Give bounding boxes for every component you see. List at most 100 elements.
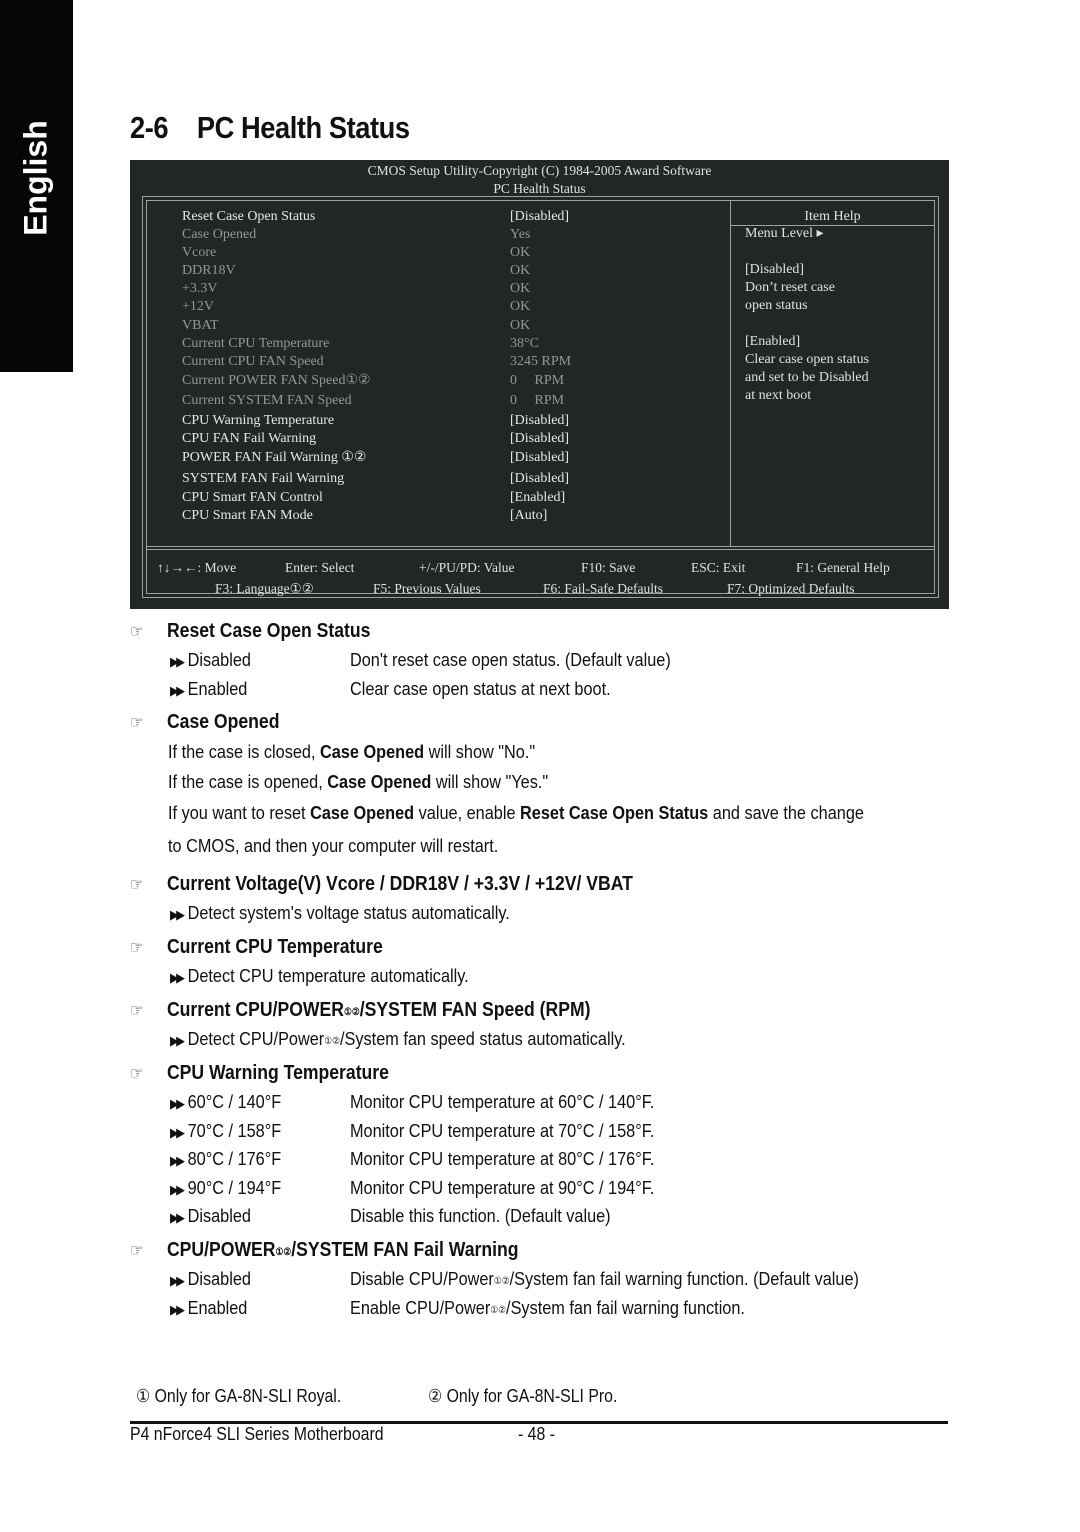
footnote-marker: ①② <box>493 1276 510 1287</box>
option-row: ▶▶ Disabled Don't reset case open status. … <box>130 646 960 675</box>
setting-value[interactable]: [Disabled] <box>510 448 569 468</box>
product-name: P4 nForce4 SLI Series Motherboard <box>130 1424 384 1444</box>
bios-setting-row: DDR18V OK <box>182 262 722 280</box>
setting-value: 0 RPM <box>510 393 565 409</box>
bios-setting-row[interactable]: SYSTEM FAN Fail Warning [Disabled] <box>182 469 722 490</box>
setting-label: Current CPU Temperature <box>182 335 330 351</box>
double-arrow-icon: ▶▶ <box>170 1273 185 1288</box>
setting-value[interactable]: [Enabled] <box>510 489 565 507</box>
footnote-marker: ①② <box>275 1247 292 1258</box>
heading-text: Current CPU/POWER <box>166 999 344 1021</box>
hand-pointer-icon: ☞ <box>130 1241 144 1260</box>
setting-value: 3245 RPM <box>510 353 572 369</box>
heading-text: Current CPU Temperature <box>166 936 383 958</box>
option-desc: Detect CPU temperature automatically. <box>187 965 469 986</box>
help-line: open status <box>745 298 808 313</box>
option-desc: Disable CPU/Power①②/System fan fail warn… <box>350 1265 859 1297</box>
option-key: 60°C / 140°F <box>187 1091 282 1112</box>
option-desc: Detect system's voltage status automatic… <box>187 902 510 923</box>
option-key: 80°C / 176°F <box>187 1148 282 1169</box>
hand-pointer-icon: ☞ <box>130 1064 144 1083</box>
setting-label: Current SYSTEM FAN Speed <box>182 393 352 409</box>
setting-label: DDR18V <box>182 263 236 279</box>
setting-label: CPU Smart FAN Control <box>182 490 323 506</box>
key-select: Enter: Select <box>285 560 355 575</box>
bios-setting-row[interactable]: CPU FAN Fail Warning [Disabled] <box>182 430 722 448</box>
setting-label: Case Opened <box>182 227 257 243</box>
footnote-marker: ①② <box>490 1304 507 1316</box>
key-optimized: F7: Optimized Defaults <box>727 581 855 596</box>
setting-value: Yes <box>510 227 531 243</box>
setting-value[interactable]: [Disabled] <box>510 430 569 448</box>
bios-setting-row[interactable]: CPU Warning Temperature [Disabled] <box>182 412 722 430</box>
setting-value[interactable]: [Disabled] <box>510 412 569 430</box>
text: /System fan fail warning function. <box>506 1296 745 1318</box>
setting-value[interactable]: [Auto] <box>510 507 547 525</box>
bios-setting-row[interactable]: POWER FAN Fail Warning ①② [Disabled] <box>182 448 722 469</box>
key-language: F3: Language①② <box>215 581 314 596</box>
paragraph: to CMOS, and then your computer will res… <box>130 829 960 863</box>
double-arrow-icon: ▶▶ <box>170 1153 185 1168</box>
bios-copyright: CMOS Setup Utility-Copyright (C) 1984-20… <box>367 163 712 178</box>
section-heading: ☞ CPU/POWER①②/SYSTEM FAN Fail Warning <box>130 1235 860 1265</box>
bios-column-divider <box>730 201 731 546</box>
heading-text: CPU/POWER <box>166 1239 276 1261</box>
bios-inner-frame: Reset Case Open Status [Disabled] Case Ope… <box>146 200 935 596</box>
section-current-voltage: ☞ Current Voltage(V) Vcore / DDR18V / +3.… <box>130 869 960 928</box>
setting-value[interactable]: [Disabled] <box>510 208 569 226</box>
paragraph: If you want to reset Case Opened value, … <box>130 797 960 829</box>
bios-setting-row[interactable]: Reset Case Open Status [Disabled] <box>182 208 722 226</box>
double-arrow-icon: ▶▶ <box>170 970 185 985</box>
bios-setting-row: Current SYSTEM FAN Speed 0 RPM <box>182 391 722 412</box>
option-row: ▶▶ Detect CPU/Power①②/System fan speed st… <box>130 1025 960 1054</box>
setting-value: OK <box>510 263 531 279</box>
bios-setting-row: Current CPU FAN Speed 3245 RPM <box>182 353 722 371</box>
paragraph: If the case is closed, Case Opened will … <box>130 737 960 767</box>
option-key: Disabled <box>187 1205 251 1226</box>
setting-value: OK <box>510 281 531 297</box>
setting-label: Current POWER FAN Speed①② <box>182 372 371 388</box>
help-line: [Disabled] <box>745 262 805 277</box>
setting-label: POWER FAN Fail Warning ①② <box>182 450 367 466</box>
footnote-marker: ①② <box>324 1036 341 1047</box>
option-desc: /System fan speed status automatically. <box>340 1028 626 1049</box>
heading-text: Case Opened <box>166 711 280 733</box>
bios-key-legend: ↑↓→←: Move Enter: Select +/-/PU/PD: Valu… <box>147 557 934 599</box>
section-current-fan-speed: ☞ Current CPU/POWER ①②/SYSTEM FAN Speed (R… <box>130 995 960 1054</box>
text: to CMOS, and then your computer will res… <box>168 835 499 856</box>
setting-value: OK <box>510 317 531 333</box>
help-line: [Enabled] <box>745 334 801 349</box>
setting-value[interactable]: [Disabled] <box>510 469 569 489</box>
bios-setting-row[interactable]: CPU Smart FAN Mode [Auto] <box>182 507 722 525</box>
bold-text: Reset Case Open Status <box>520 802 709 823</box>
option-row: ▶▶ 70°C / 158°F Monitor CPU temperature at… <box>130 1117 960 1146</box>
text: Disable CPU/Power <box>350 1268 494 1289</box>
key-save: F10: Save <box>581 560 636 575</box>
text: Enable CPU/Power <box>350 1296 491 1318</box>
text: If the case is opened, <box>168 771 328 792</box>
section-heading: ☞ CPU Warning Temperature <box>130 1058 860 1088</box>
setting-label: VBAT <box>182 317 219 333</box>
key-legend-line-2: F3: Language①② F5: Previous Values F6: F… <box>147 578 934 599</box>
option-row: ▶▶ Detect system's voltage status automat… <box>130 899 960 928</box>
setting-label: CPU FAN Fail Warning <box>182 430 317 446</box>
bios-setting-row: +3.3V OK <box>182 280 722 298</box>
setting-value: 38°C <box>510 335 539 351</box>
hand-pointer-icon: ☞ <box>130 1001 144 1020</box>
hand-pointer-icon: ☞ <box>130 938 144 957</box>
footnote-1: ① Only for GA-8N-SLI Royal. <box>136 1386 342 1406</box>
heading-text: Current Voltage(V) Vcore / DDR18V / +3.3… <box>166 873 633 895</box>
option-desc: Monitor CPU temperature at 60°C / 140°F. <box>350 1091 655 1112</box>
setting-label: +12V <box>182 299 215 315</box>
bios-setting-row[interactable]: CPU Smart FAN Control [Enabled] <box>182 489 722 507</box>
language-side-tab: English <box>0 0 73 372</box>
double-arrow-icon: ▶▶ <box>170 654 185 669</box>
heading-text: /SYSTEM FAN Speed (RPM) <box>359 999 591 1021</box>
option-desc: Monitor CPU temperature at 90°C / 194°F. <box>350 1176 655 1198</box>
bold-text: Case Opened <box>320 741 425 762</box>
setting-label: Reset Case Open Status <box>182 209 316 224</box>
section-reset-case-open-status: ☞ Reset Case Open Status ▶▶ Disabled Don't … <box>130 616 960 703</box>
hand-pointer-icon: ☞ <box>130 875 144 894</box>
hand-pointer-icon: ☞ <box>130 713 144 732</box>
key-previous-values: F5: Previous Values <box>373 581 481 596</box>
